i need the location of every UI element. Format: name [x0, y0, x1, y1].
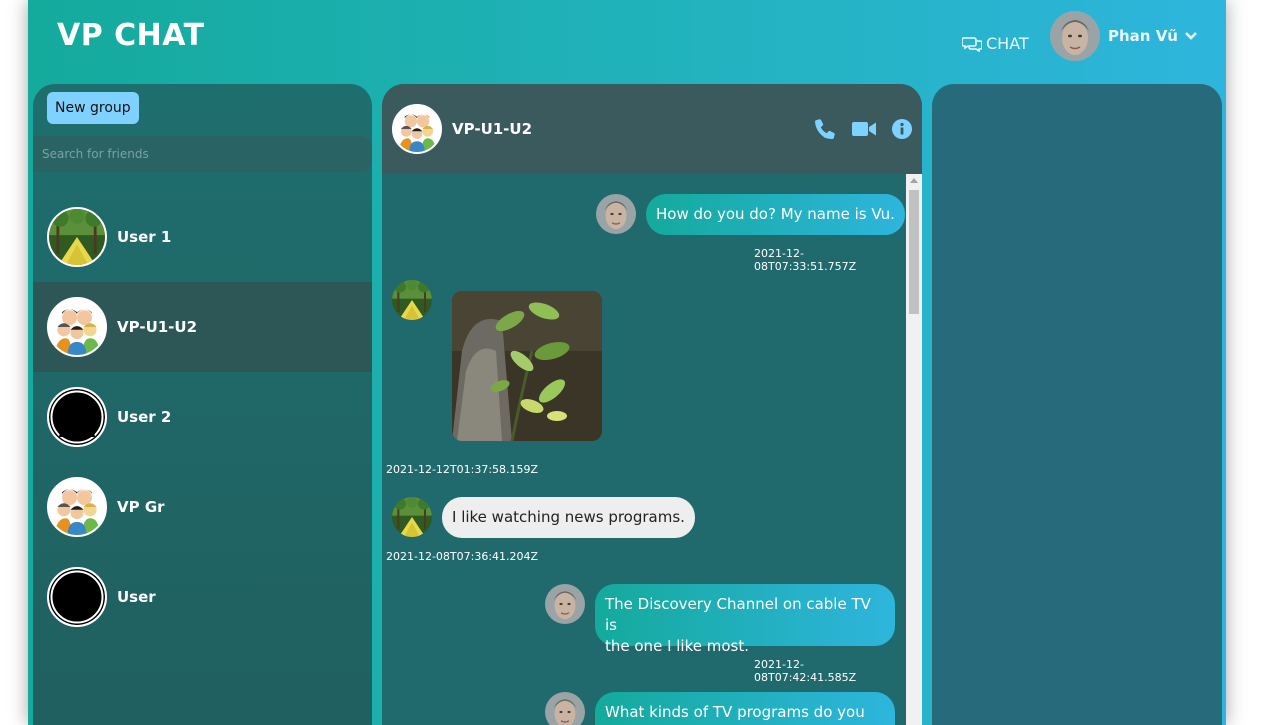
chat-panel: VP-U1-U2 How do you do? My name is Vu. 2…: [382, 84, 922, 725]
contact-item-vp-gr[interactable]: VP Gr: [33, 462, 372, 552]
nav-chat-label: CHAT: [986, 34, 1029, 53]
current-user-name: Phan Vũ: [1108, 27, 1178, 45]
message-bubble-outgoing: What kinds of TV programs do you: [595, 692, 895, 725]
message-timestamp: 2021-12-08T07:33:51.757Z: [754, 247, 857, 273]
contact-name: User 2: [117, 408, 172, 426]
message-timestamp: 2021-12-08T07:42:41.585Z: [754, 658, 857, 684]
message-scrollbar[interactable]: [906, 174, 922, 725]
contact-name: VP-U1-U2: [117, 318, 198, 336]
message-timestamp: 2021-12-08T07:36:41.204Z: [386, 550, 539, 563]
search-friends-input[interactable]: [33, 136, 372, 172]
group-avatar: [47, 477, 107, 537]
avatar: [392, 280, 432, 320]
forest-avatar: [47, 207, 107, 267]
user-menu[interactable]: Phan Vũ: [1050, 11, 1198, 61]
avatar: [392, 497, 432, 537]
message-text-line: What kinds of TV programs do you: [605, 703, 865, 721]
phone-icon[interactable]: [814, 118, 836, 140]
default-user-avatar: [47, 387, 107, 447]
scrollbar-thumb[interactable]: [909, 190, 919, 314]
contact-item-user-2[interactable]: User 2: [33, 372, 372, 462]
contact-name: User: [117, 588, 156, 606]
group-avatar: [47, 297, 107, 357]
message-text-line: the one I like most.: [605, 637, 749, 655]
plant-photo: [452, 291, 602, 441]
contacts-panel: New group User 1 VP-U1-U2: [33, 84, 372, 725]
chevron-down-icon: [1184, 30, 1198, 42]
avatar: [545, 692, 585, 725]
message-list: How do you do? My name is Vu. 2021-12-08…: [382, 174, 906, 725]
nav-chat-link[interactable]: CHAT: [962, 34, 1029, 53]
contact-item-user-1[interactable]: User 1: [33, 192, 372, 282]
avatar: [545, 584, 585, 624]
group-avatar: [392, 104, 442, 154]
chat-title: VP-U1-U2: [452, 120, 533, 138]
contact-list: User 1 VP-U1-U2 User 2 VP Gr User: [33, 192, 372, 642]
contact-name: User 1: [117, 228, 172, 246]
message-timestamp: 2021-12-12T01:37:58.159Z: [386, 463, 539, 476]
video-camera-icon[interactable]: [852, 120, 876, 138]
brand-title: VP CHAT: [57, 18, 205, 53]
message-bubble-outgoing: The Discovery Channel on cable TV is the…: [595, 584, 895, 655]
avatar: [596, 194, 636, 234]
current-user-avatar: [1050, 11, 1100, 61]
app-window: VP CHAT CHAT Phan Vũ New group User 1: [28, 0, 1226, 725]
chat-bubbles-icon: [962, 36, 982, 52]
default-user-avatar: [47, 567, 107, 627]
scroll-up-arrow-icon[interactable]: [910, 178, 918, 183]
message-bubble-outgoing: How do you do? My name is Vu.: [646, 194, 905, 235]
message-text-line: The Discovery Channel on cable TV is: [605, 595, 871, 634]
info-icon[interactable]: [892, 119, 912, 139]
message-image[interactable]: [452, 291, 602, 441]
message-bubble-incoming: I like watching news programs.: [442, 497, 695, 538]
new-group-button[interactable]: New group: [47, 92, 139, 124]
chat-header: VP-U1-U2: [382, 84, 922, 174]
info-panel: [932, 84, 1222, 725]
contact-item-user[interactable]: User: [33, 552, 372, 642]
contact-name: VP Gr: [117, 498, 165, 516]
contact-item-vp-u1-u2[interactable]: VP-U1-U2: [33, 282, 372, 372]
